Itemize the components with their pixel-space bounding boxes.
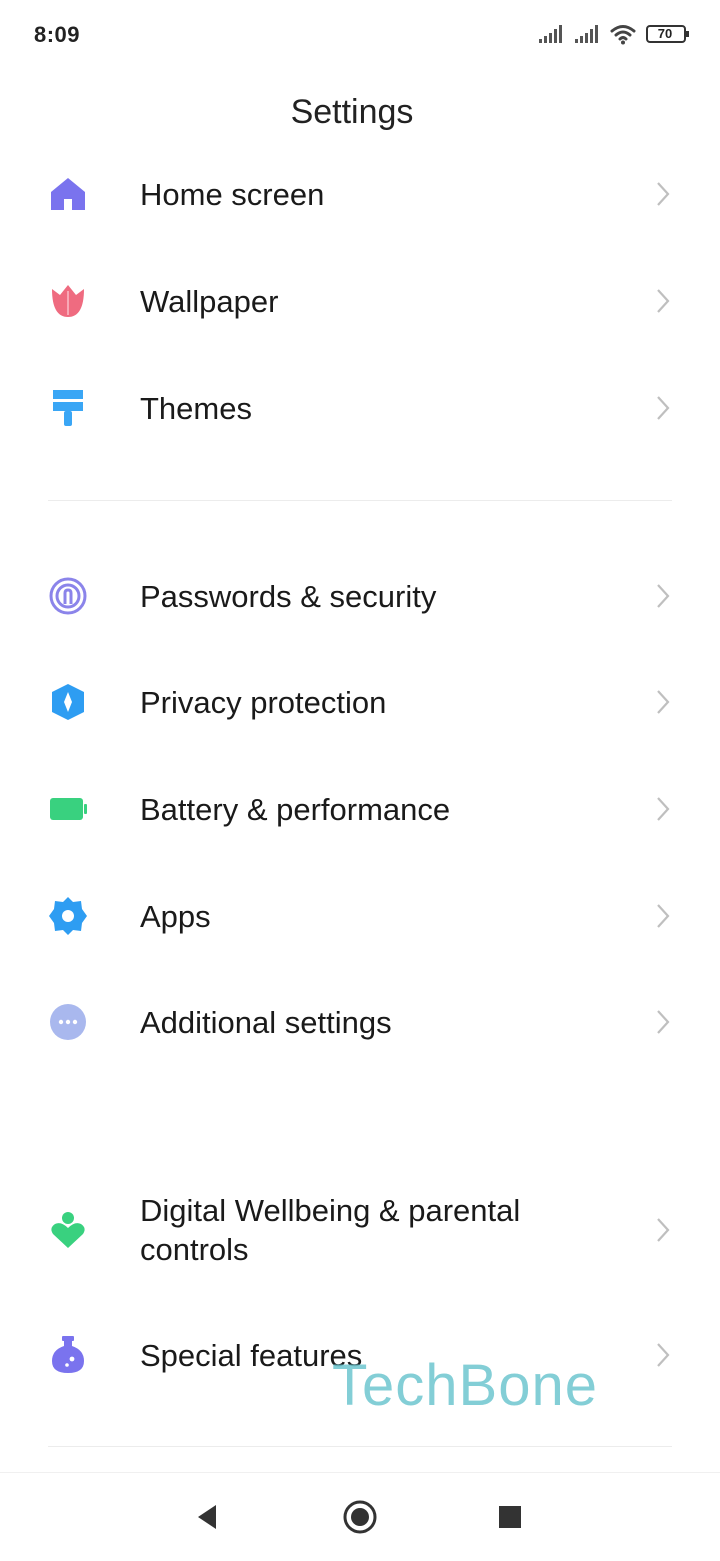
signal-2-icon — [575, 25, 598, 43]
settings-item-passwords-security[interactable]: Passwords & security — [0, 546, 720, 646]
chevron-right-icon — [657, 182, 670, 206]
wifi-icon — [610, 25, 636, 45]
chevron-right-icon — [657, 1010, 670, 1034]
recents-icon[interactable] — [492, 1499, 528, 1535]
settings-item-label: Home screen — [140, 177, 325, 212]
settings-item-label: Digital Wellbeing & parental controls — [140, 1193, 521, 1267]
chevron-right-icon — [657, 1218, 670, 1242]
battery-icon — [50, 798, 87, 820]
navigation-bar — [0, 1472, 720, 1561]
status-time: 8:09 — [34, 22, 81, 47]
settings-item-label: Battery & performance — [140, 792, 451, 827]
settings-item-apps[interactable]: Apps — [0, 866, 720, 966]
gear-icon — [49, 897, 87, 935]
settings-item-label: Apps — [140, 899, 211, 934]
chevron-right-icon — [657, 904, 670, 928]
chevron-right-icon — [657, 396, 670, 420]
home-button-icon[interactable] — [342, 1499, 378, 1535]
settings-item-battery-performance[interactable]: Battery & performance — [0, 759, 720, 859]
status-icons: 70 — [538, 20, 690, 48]
battery-level: 70 — [657, 26, 673, 41]
wellbeing-icon — [51, 1212, 85, 1248]
signal-1-icon — [539, 25, 562, 43]
page-title: Settings — [290, 93, 414, 131]
flask-icon — [52, 1336, 84, 1373]
chevron-right-icon — [657, 289, 670, 313]
fingerprint-icon — [49, 577, 87, 615]
settings-item-privacy-protection[interactable]: Privacy protection — [0, 652, 720, 752]
chevron-right-icon — [657, 690, 670, 714]
back-icon[interactable] — [190, 1499, 226, 1535]
settings-item-label: Additional settings — [140, 1005, 392, 1040]
settings-item-wallpaper[interactable]: Wallpaper — [0, 251, 720, 351]
battery-icon: 70 — [646, 25, 690, 43]
settings-item-label: Themes — [140, 391, 252, 426]
section-divider — [48, 500, 672, 501]
settings-item-digital-wellbeing[interactable]: Digital Wellbeing & parental controls — [0, 1180, 720, 1280]
settings-item-themes[interactable]: Themes — [0, 358, 720, 458]
settings-item-home-screen[interactable]: Home screen — [0, 144, 720, 244]
home-icon — [51, 178, 85, 210]
status-bar: 8:09 70 — [0, 0, 720, 70]
watermark: TechBone — [332, 1353, 598, 1418]
settings-item-label: Passwords & security — [140, 579, 437, 614]
settings-item-label: Wallpaper — [140, 284, 279, 319]
settings-item-label: Special features — [140, 1338, 363, 1373]
section-divider — [48, 1446, 672, 1447]
chevron-right-icon — [657, 797, 670, 821]
shield-icon — [52, 684, 84, 720]
chevron-right-icon — [657, 1343, 670, 1367]
settings-item-label: Privacy protection — [140, 685, 387, 720]
paint-roller-icon — [53, 390, 83, 426]
chevron-right-icon — [657, 584, 670, 608]
more-icon — [50, 1004, 86, 1040]
settings-item-additional-settings[interactable]: Additional settings — [0, 972, 720, 1072]
tulip-icon — [52, 285, 84, 317]
